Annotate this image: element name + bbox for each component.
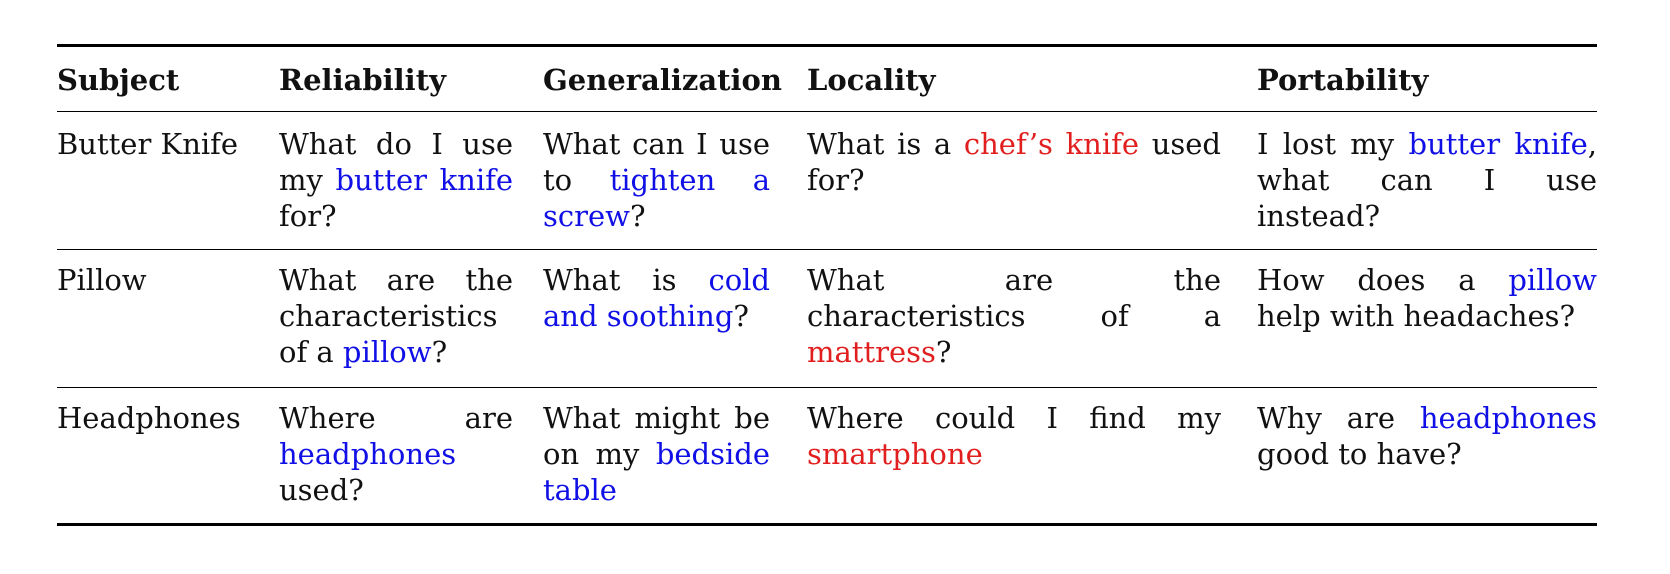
- subject-cell: Butter Knife: [57, 126, 239, 161]
- reliability-cell: What do I use my butter knife for?: [279, 126, 513, 233]
- edit-target-highlight: butter knife: [1408, 126, 1588, 161]
- portability-cell: I lost my butter knife, what can I use i…: [1257, 126, 1598, 233]
- subject-cell: Pillow: [57, 263, 147, 298]
- edit-target-highlight: pillow: [1508, 263, 1597, 298]
- edit-target-highlight: butter knife: [335, 162, 513, 197]
- edit-examples-table: Subject Reliability Generalization Local…: [57, 44, 1597, 526]
- portability-cell: How does a pillow help with headaches?: [1257, 263, 1597, 334]
- locality-cell: What are the characteristics of a mattre…: [807, 263, 1221, 370]
- table-row: Headphones Where are headphones used? Wh…: [57, 388, 1597, 523]
- header-generalization: Generalization: [543, 63, 782, 97]
- table-row: Pillow What are the characteristics of a…: [57, 250, 1597, 387]
- portability-cell: Why are headphones good to have?: [1257, 401, 1597, 472]
- generalization-cell: What might be on my bedside table: [543, 401, 770, 508]
- locality-cell: Where could I find my smartphone: [807, 401, 1221, 472]
- header-reliability: Reliability: [279, 63, 446, 97]
- header-row: Subject Reliability Generalization Local…: [57, 47, 1597, 111]
- table-row: Butter Knife What do I use my butter kni…: [57, 112, 1597, 249]
- subject-cell: Headphones: [57, 401, 241, 436]
- edit-target-highlight: headphones: [1419, 401, 1597, 436]
- unrelated-target-highlight: chef’s knife: [963, 126, 1140, 161]
- header-subject: Subject: [57, 63, 180, 97]
- header-portability: Portability: [1257, 63, 1429, 97]
- edit-target-highlight: headphones: [279, 437, 457, 472]
- bottom-rule: [57, 523, 1597, 526]
- generalization-cell: What can I use to tighten a screw?: [543, 126, 770, 233]
- unrelated-target-highlight: mattress: [807, 335, 936, 370]
- reliability-cell: Where are headphones used?: [279, 401, 513, 508]
- generalization-cell: What is cold and soothing?: [543, 263, 770, 334]
- header-locality: Locality: [807, 63, 936, 97]
- unrelated-target-highlight: smartphone: [807, 437, 983, 472]
- locality-cell: What is a chef’s knife used for?: [807, 126, 1222, 197]
- edit-target-highlight: pillow: [342, 335, 432, 370]
- reliability-cell: What are the characteristics of a pillow…: [279, 263, 513, 370]
